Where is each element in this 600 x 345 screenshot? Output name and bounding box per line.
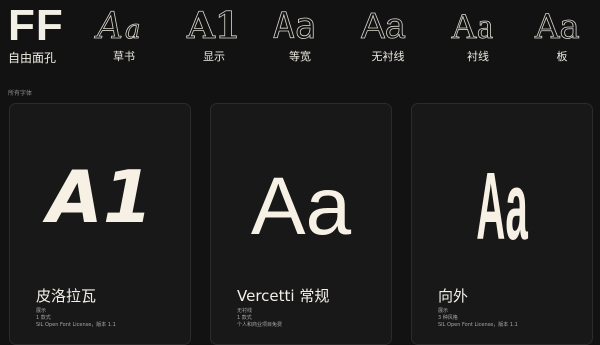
category-sans-serif[interactable]: Aa 无衬线 <box>350 4 426 63</box>
preview-glyphs: A1 <box>42 155 153 239</box>
font-license: 个人和商业项目免费 <box>237 322 283 328</box>
section-label: 所有字体 <box>8 90 33 97</box>
logo-mark: FF <box>8 1 64 50</box>
category-label: 等宽 <box>289 50 311 63</box>
category-label: 显示 <box>203 50 225 63</box>
svg-text:Aa: Aa <box>273 6 316 44</box>
svg-text:Aa: Aa <box>534 7 580 44</box>
font-category: 展示 <box>36 308 47 314</box>
sans-serif-aa-icon: Aa <box>361 5 407 44</box>
font-card-pirolava[interactable]: A1 皮洛拉瓦 展示 1 款式 SIL Open Font License，版本… <box>9 103 191 345</box>
svg-text:a: a <box>125 15 141 44</box>
category-monospace[interactable]: Aa 等宽 <box>262 4 338 63</box>
font-styles-count: 1 款式 <box>36 315 51 321</box>
font-preview: Aa <box>476 152 528 260</box>
category-label: 草书 <box>113 50 135 63</box>
font-preview: Aa <box>251 161 352 252</box>
category-label: 板 <box>556 50 568 63</box>
category-label: 无衬线 <box>371 50 405 63</box>
preview-glyphs: Aa <box>476 152 528 260</box>
monospace-aa-icon: Aa <box>273 6 317 44</box>
font-styles-count: 3 种风格 <box>438 315 458 321</box>
font-card-outward[interactable]: Aa 向外 展示 3 种风格 SIL Open Font License，版本 … <box>411 103 593 345</box>
font-category: 无衬线 <box>237 308 253 314</box>
svg-text:Aa: Aa <box>361 5 406 44</box>
font-name: Vercetti 常规 <box>237 287 330 305</box>
display-a1-icon: A1 <box>186 5 241 44</box>
font-preview: A1 <box>42 155 153 239</box>
top-navigation: FF 自由面孔 A a 草书 A1 显示 Aa 等宽 Aa 无衬线 Aa 衬线 <box>0 0 600 80</box>
font-name: 皮洛拉瓦 <box>36 287 97 305</box>
logo-label: 自由面孔 <box>8 51 57 65</box>
category-serif[interactable]: Aa 衬线 <box>440 4 516 63</box>
svg-text:A1: A1 <box>186 5 240 44</box>
font-styles-count: 1 款式 <box>237 315 252 321</box>
category-script[interactable]: A a 草书 <box>86 4 162 63</box>
svg-text:A: A <box>94 6 123 44</box>
font-category: 展示 <box>438 308 449 314</box>
category-slab[interactable]: Aa 板 <box>524 4 600 63</box>
serif-aa-icon: Aa <box>451 6 494 44</box>
logo[interactable]: FF 自由面孔 <box>8 1 68 66</box>
font-card-vercetti[interactable]: Aa Vercetti 常规 无衬线 1 款式 个人和商业项目免费 <box>210 103 392 345</box>
preview-glyphs: Aa <box>251 161 352 252</box>
font-license: SIL Open Font License，版本 1.1 <box>36 322 116 328</box>
slab-aa-icon: Aa <box>534 7 581 44</box>
font-name: 向外 <box>438 287 469 305</box>
category-label: 衬线 <box>467 50 489 63</box>
category-display[interactable]: A1 显示 <box>176 4 252 63</box>
font-license: SIL Open Font License，版本 1.1 <box>438 322 518 328</box>
script-aa-icon: A a <box>94 6 141 44</box>
svg-text:Aa: Aa <box>451 6 493 44</box>
